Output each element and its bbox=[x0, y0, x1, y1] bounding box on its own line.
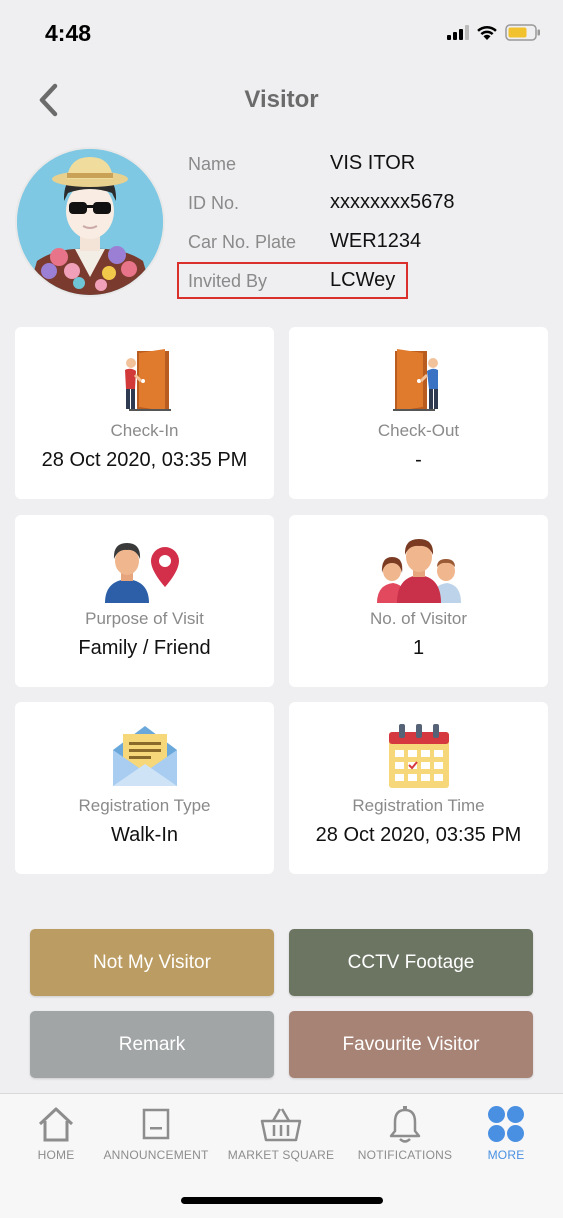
tab-label: MARKET SQUARE bbox=[227, 1148, 335, 1162]
status-time: 4:48 bbox=[45, 20, 92, 46]
envelope-icon bbox=[15, 720, 274, 792]
cctv-footage-button[interactable]: CCTV Footage bbox=[289, 929, 533, 996]
door-enter-icon bbox=[15, 345, 274, 417]
wifi-icon bbox=[477, 25, 497, 40]
battery-icon bbox=[505, 24, 540, 41]
purpose-card: Purpose of Visit Family / Friend bbox=[15, 515, 274, 687]
favourite-visitor-button[interactable]: Favourite Visitor bbox=[289, 1011, 533, 1078]
card-label: Registration Type bbox=[78, 796, 211, 815]
group-icon bbox=[289, 533, 548, 605]
tab-label: MORE bbox=[487, 1148, 525, 1162]
more-dots-icon bbox=[446, 1104, 563, 1144]
info-label: Car No. Plate bbox=[188, 232, 297, 252]
card-label: No. of Visitor bbox=[369, 609, 467, 628]
info-row-name: Name VIS ITOR bbox=[188, 148, 518, 187]
card-value: 1 bbox=[412, 637, 425, 659]
highlight-box bbox=[177, 262, 408, 299]
status-bar: 4:48 bbox=[0, 0, 563, 62]
signal-icon bbox=[447, 25, 469, 40]
info-row-car-plate: Car No. Plate WER1234 bbox=[188, 226, 518, 265]
card-value: Walk-In bbox=[110, 824, 179, 846]
remark-button[interactable]: Remark bbox=[30, 1011, 274, 1078]
basket-icon bbox=[221, 1104, 341, 1144]
info-value: xxxxxxxx5678 bbox=[330, 191, 455, 213]
card-label: Check-Out bbox=[377, 421, 460, 440]
info-row-id: ID No. xxxxxxxx5678 bbox=[188, 187, 518, 226]
info-value: WER1234 bbox=[330, 230, 422, 252]
card-value: - bbox=[415, 449, 422, 471]
card-value: Family / Friend bbox=[78, 637, 211, 659]
home-indicator bbox=[181, 1197, 383, 1204]
info-value: VIS ITOR bbox=[330, 152, 416, 174]
not-my-visitor-button[interactable]: Not My Visitor bbox=[30, 929, 274, 996]
card-label: Check-In bbox=[110, 421, 179, 440]
registration-type-card: Registration Type Walk-In bbox=[15, 702, 274, 874]
card-value: 28 Oct 2020, 03:35 PM bbox=[41, 449, 248, 471]
announcement-icon bbox=[96, 1104, 216, 1144]
person-location-icon bbox=[15, 533, 274, 605]
registration-time-card: Registration Time 28 Oct 2020, 03:35 PM bbox=[289, 702, 548, 874]
page-title: Visitor bbox=[244, 86, 319, 113]
visitor-count-card: No. of Visitor 1 bbox=[289, 515, 548, 687]
nav-header: Visitor bbox=[0, 72, 563, 128]
check-out-card: Check-Out - bbox=[289, 327, 548, 499]
door-exit-icon bbox=[289, 345, 548, 417]
tab-market-square[interactable]: MARKET SQUARE bbox=[221, 1104, 341, 1162]
tab-announcement[interactable]: ANNOUNCEMENT bbox=[96, 1104, 216, 1162]
status-icons bbox=[447, 24, 541, 41]
check-in-card: Check-In 28 Oct 2020, 03:35 PM bbox=[15, 327, 274, 499]
info-label: ID No. bbox=[188, 193, 240, 213]
tab-more[interactable]: MORE bbox=[446, 1104, 563, 1162]
info-label: Name bbox=[188, 154, 237, 174]
card-label: Registration Time bbox=[352, 796, 485, 815]
card-value: 28 Oct 2020, 03:35 PM bbox=[315, 824, 522, 846]
card-label: Purpose of Visit bbox=[85, 609, 204, 628]
calendar-icon bbox=[289, 720, 548, 792]
visitor-avatar bbox=[15, 147, 165, 297]
tab-label: ANNOUNCEMENT bbox=[103, 1148, 209, 1162]
